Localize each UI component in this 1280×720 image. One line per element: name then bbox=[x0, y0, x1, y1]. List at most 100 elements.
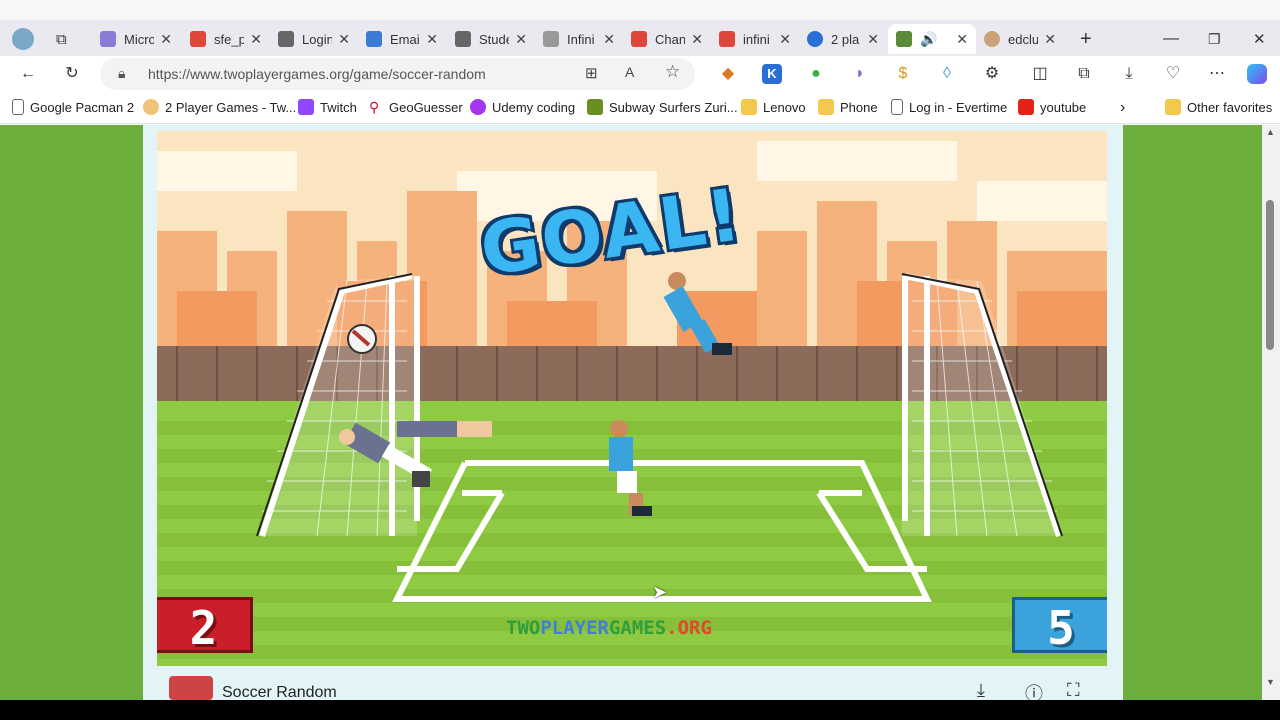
download-icon[interactable]: ⤓ bbox=[977, 680, 985, 700]
avatar bbox=[12, 28, 34, 50]
score-red: 2 bbox=[157, 597, 253, 655]
minimize-icon: — bbox=[1163, 30, 1179, 47]
metamask-extension-icon[interactable]: ◆ bbox=[718, 64, 738, 84]
youtube-icon bbox=[1018, 99, 1034, 115]
close-tab-icon[interactable]: ✕ bbox=[160, 31, 172, 48]
game-thumbnail bbox=[169, 676, 213, 700]
watermark-part: TWO bbox=[506, 617, 541, 639]
tab-favicon bbox=[719, 31, 735, 47]
close-tab-icon[interactable]: ✕ bbox=[515, 31, 527, 48]
tab-7[interactable]: Chan ✕ bbox=[623, 24, 711, 54]
tab-title: sfe_p bbox=[214, 31, 244, 47]
close-tab-icon[interactable]: ✕ bbox=[956, 31, 968, 48]
close-tab-icon[interactable]: ✕ bbox=[250, 31, 262, 48]
restore-button[interactable]: ❐ bbox=[1200, 24, 1222, 54]
close-tab-icon[interactable]: ✕ bbox=[779, 31, 791, 48]
tab-5[interactable]: Stude ✕ bbox=[447, 24, 535, 54]
tab-3[interactable]: Login ✕ bbox=[270, 24, 358, 54]
tab-active[interactable]: 🔊 ✕ bbox=[888, 24, 976, 54]
favorite-udemy[interactable]: Udemy coding bbox=[470, 99, 575, 115]
copilot-icon[interactable] bbox=[1247, 64, 1267, 84]
drop-extension-icon[interactable]: ◊ bbox=[937, 64, 957, 84]
favorite-folder-phone[interactable]: Phone bbox=[818, 99, 878, 115]
profile-avatar[interactable] bbox=[4, 24, 40, 54]
score-blue: 5 bbox=[1012, 597, 1107, 655]
favorite-twitch[interactable]: Twitch bbox=[298, 99, 357, 115]
read-aloud-icon[interactable]: A bbox=[625, 64, 634, 80]
lock-icon: 🔒︎ bbox=[118, 65, 126, 81]
favorite-2-player-games[interactable]: 2 Player Games - Tw... bbox=[143, 99, 296, 115]
back-button[interactable]: ← bbox=[18, 64, 38, 84]
back-arrow-icon: ← bbox=[20, 65, 36, 82]
frog-extension-icon[interactable]: ● bbox=[806, 64, 826, 84]
tab-1[interactable]: Micro ✕ bbox=[92, 24, 180, 54]
wing-extension-icon[interactable]: ◗ bbox=[850, 64, 870, 84]
favorite-google-pacman[interactable]: Google Pacman 2 bbox=[12, 99, 134, 115]
fullscreen-icon[interactable]: ⛶ bbox=[1067, 680, 1080, 700]
close-tab-icon[interactable]: ✕ bbox=[603, 31, 615, 48]
more-menu-icon[interactable]: ⋯ bbox=[1207, 64, 1227, 84]
tab-title: Login bbox=[302, 31, 332, 47]
tab-favicon bbox=[543, 31, 559, 47]
speaker-icon[interactable]: 🔊 bbox=[920, 31, 937, 48]
collections-icon[interactable]: ⧉ bbox=[1074, 64, 1094, 84]
tab-title: Stude bbox=[479, 31, 509, 47]
favorite-label: Phone bbox=[840, 99, 878, 115]
info-icon[interactable]: ⓘ bbox=[1025, 680, 1043, 700]
tab-favicon bbox=[366, 31, 382, 47]
favorite-evertime[interactable]: Log in - Evertime bbox=[891, 99, 1007, 115]
address-bar[interactable]: 🔒︎ https://www.twoplayergames.org/game/s… bbox=[100, 58, 695, 90]
plus-icon: + bbox=[1080, 27, 1092, 50]
extensions-icon[interactable]: ⚙ bbox=[982, 64, 1002, 84]
favorite-label: Subway Surfers Zuri... bbox=[609, 99, 738, 115]
app-available-icon[interactable]: ⊞ bbox=[585, 64, 598, 82]
twitch-icon bbox=[298, 99, 314, 115]
split-screen-icon[interactable]: ◫ bbox=[1030, 64, 1050, 84]
page-scrollbar[interactable]: ▲ ▼ bbox=[1262, 125, 1280, 700]
search-icon bbox=[807, 31, 823, 47]
tab-11[interactable]: edclu ✕ bbox=[976, 24, 1064, 54]
refresh-button[interactable]: ↻ bbox=[62, 64, 82, 84]
favorite-folder-lenovo[interactable]: Lenovo bbox=[741, 99, 806, 115]
close-tab-icon[interactable]: ✕ bbox=[691, 31, 703, 48]
favorite-folder-other[interactable]: Other favorites bbox=[1165, 99, 1272, 115]
tab-title: edclu bbox=[1008, 31, 1038, 47]
k-extension-icon[interactable]: K bbox=[762, 64, 782, 84]
close-tab-icon[interactable]: ✕ bbox=[338, 31, 350, 48]
tab-title: Infini bbox=[567, 31, 595, 47]
downloads-icon[interactable]: ⤓ bbox=[1119, 64, 1139, 84]
favorite-geoguesser[interactable]: ⚲ GeoGuesser bbox=[369, 99, 463, 115]
favorite-star-icon[interactable]: ☆ bbox=[665, 62, 680, 82]
url-text[interactable]: https://www.twoplayergames.org/game/socc… bbox=[148, 66, 486, 82]
udemy-icon bbox=[470, 99, 486, 115]
scroll-up-icon[interactable]: ▲ bbox=[1266, 127, 1275, 137]
browser-essentials-icon[interactable]: ♡ bbox=[1163, 64, 1183, 84]
coin-extension-icon[interactable]: $ bbox=[893, 64, 913, 84]
workspaces-button[interactable]: ⧉ bbox=[48, 24, 78, 54]
more-favorites-button[interactable]: › bbox=[1120, 99, 1125, 117]
tab-favicon bbox=[100, 31, 116, 47]
tab-4[interactable]: Email ✕ bbox=[358, 24, 446, 54]
site-icon bbox=[587, 99, 603, 115]
pin-icon: ⚲ bbox=[369, 99, 380, 115]
favorite-youtube[interactable]: youtube bbox=[1018, 99, 1086, 115]
favorite-label: Other favorites bbox=[1187, 99, 1273, 115]
close-window-button[interactable]: ✕ bbox=[1245, 24, 1267, 54]
scroll-thumb[interactable] bbox=[1266, 200, 1274, 350]
folder-icon bbox=[741, 99, 757, 115]
tab-8[interactable]: infini ✕ bbox=[711, 24, 799, 54]
tab-9[interactable]: 2 pla ✕ bbox=[799, 24, 887, 54]
tab-2[interactable]: sfe_p ✕ bbox=[182, 24, 270, 54]
tab-favicon bbox=[278, 31, 294, 47]
close-tab-icon[interactable]: ✕ bbox=[1044, 31, 1056, 48]
scroll-down-icon[interactable]: ▼ bbox=[1266, 677, 1275, 687]
close-tab-icon[interactable]: ✕ bbox=[426, 31, 438, 48]
tab-6[interactable]: Infini ✕ bbox=[535, 24, 623, 54]
tab-favicon bbox=[631, 31, 647, 47]
page-icon bbox=[12, 99, 24, 115]
favorite-subway-surfers[interactable]: Subway Surfers Zuri... bbox=[587, 99, 738, 115]
minimize-button[interactable]: — bbox=[1155, 24, 1179, 54]
tab-favicon bbox=[896, 31, 912, 47]
new-tab-button[interactable]: + bbox=[1072, 24, 1100, 54]
close-tab-icon[interactable]: ✕ bbox=[867, 31, 879, 48]
